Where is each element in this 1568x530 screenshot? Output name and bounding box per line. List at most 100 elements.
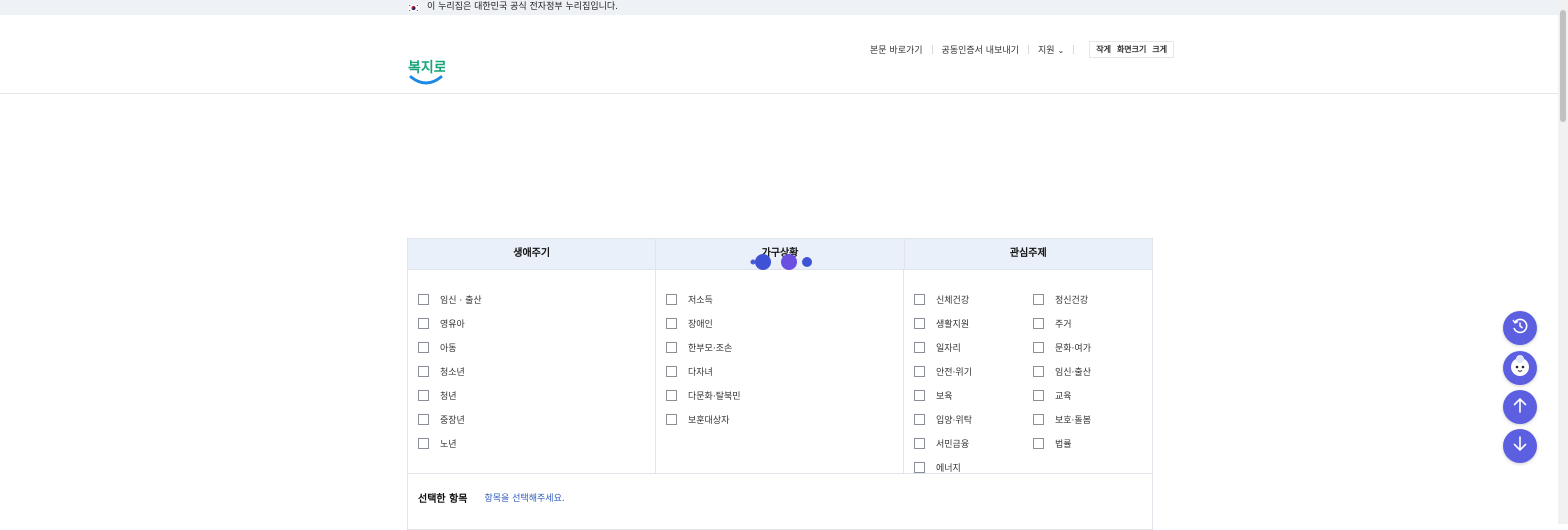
checkbox-label: 임신 · 출산 — [440, 295, 482, 306]
scrollbar-thumb[interactable] — [1560, 10, 1566, 122]
checkbox-item[interactable]: 저소득 — [666, 287, 903, 311]
gov-banner: 이 누리집은 대한민국 공식 전자정부 누리집입니다. — [0, 0, 1558, 15]
checkbox[interactable] — [418, 293, 429, 305]
interest-subcolumn-left: 신체건강 생활지원 일자리 안전·위기 보육 입양·위탁 서민금융 에너지 — [914, 287, 1033, 474]
checkbox[interactable] — [1033, 293, 1044, 305]
checkbox[interactable] — [914, 293, 925, 305]
recent-history-button[interactable] — [1503, 311, 1537, 345]
checkbox[interactable] — [1033, 317, 1044, 329]
checkbox[interactable] — [418, 341, 429, 353]
selected-items-label: 선택한 항목 — [418, 494, 468, 505]
checkbox[interactable] — [914, 437, 925, 449]
checkbox-label: 보호·돌봄 — [1055, 415, 1091, 426]
checkbox[interactable] — [914, 413, 925, 425]
checkbox-label: 영유아 — [440, 319, 465, 330]
checkbox[interactable] — [418, 389, 429, 401]
column-header-interest: 관심주제 — [1009, 248, 1047, 259]
household-column: 저소득 장애인 한부모·조손 다자녀 다문화·탈북민 보훈대상자 — [656, 270, 904, 473]
checkbox[interactable] — [666, 389, 677, 401]
checkbox-label: 보육 — [936, 391, 953, 402]
chevron-down-icon: ⌄ — [1057, 46, 1065, 55]
region-dropdown[interactable]: 지원 ⌄ — [1038, 43, 1064, 56]
checkbox-label: 신체건강 — [936, 295, 970, 306]
checkbox[interactable] — [666, 413, 677, 425]
checkbox[interactable] — [914, 317, 925, 329]
chatbot-button[interactable] — [1503, 351, 1537, 385]
korea-flag-icon — [408, 3, 419, 12]
checkbox-item[interactable]: 신체건강 — [914, 287, 1033, 311]
export-certificate-link[interactable]: 공동인증서 내보내기 — [942, 43, 1019, 56]
checkbox[interactable] — [1033, 341, 1044, 353]
checkbox-item[interactable]: 임신 · 출산 — [418, 287, 655, 311]
checkbox[interactable] — [418, 413, 429, 425]
scroll-top-button[interactable] — [1503, 390, 1537, 424]
checkbox[interactable] — [1033, 365, 1044, 377]
checkbox-item[interactable]: 보호·돌봄 — [1033, 407, 1152, 431]
checkbox-item[interactable]: 다자녀 — [666, 359, 903, 383]
checkbox-label: 저소득 — [688, 295, 713, 306]
checkbox-label: 노년 — [440, 439, 457, 450]
checkbox[interactable] — [666, 293, 677, 305]
checkbox-item[interactable]: 보훈대상자 — [666, 407, 903, 431]
checkbox-item[interactable]: 생활지원 — [914, 311, 1033, 335]
checkbox[interactable] — [914, 341, 925, 353]
divider — [931, 45, 933, 54]
checkbox-label: 다자녀 — [688, 367, 713, 378]
page-scrollbar[interactable] — [1558, 0, 1568, 524]
loading-spinner-icon — [750, 254, 814, 270]
checkbox-item[interactable]: 다문화·탈북민 — [666, 383, 903, 407]
checkbox[interactable] — [418, 365, 429, 377]
checkbox-label: 안전·위기 — [936, 367, 972, 378]
life-cycle-column: 임신 · 출산 영유아 아동 청소년 청년 중장년 노년 — [408, 270, 656, 473]
column-header-life-cycle: 생애주기 — [408, 239, 657, 269]
checkbox[interactable] — [914, 389, 925, 401]
checkbox[interactable] — [666, 365, 677, 377]
checkbox-item[interactable]: 문화·여가 — [1033, 335, 1152, 359]
checkbox[interactable] — [914, 365, 925, 377]
checkbox-label: 교육 — [1055, 391, 1072, 402]
checkbox[interactable] — [1033, 437, 1044, 449]
checkbox[interactable] — [1033, 389, 1044, 401]
checkbox[interactable] — [418, 437, 429, 449]
checkbox-item[interactable]: 한부모·조손 — [666, 335, 903, 359]
checkbox-item[interactable]: 서민금융 — [914, 431, 1033, 455]
checkbox-item[interactable]: 청년 — [418, 383, 655, 407]
checkbox[interactable] — [1033, 413, 1044, 425]
checkbox-label: 문화·여가 — [1055, 343, 1091, 354]
checkbox-item[interactable]: 안전·위기 — [914, 359, 1033, 383]
checkbox-item[interactable]: 중장년 — [418, 407, 655, 431]
checkbox-item[interactable]: 법률 — [1033, 431, 1152, 455]
bokjiro-logo[interactable]: 복지로 — [407, 45, 447, 91]
checkbox[interactable] — [418, 317, 429, 329]
checkbox-item[interactable]: 임신·출산 — [1033, 359, 1152, 383]
checkbox-item[interactable]: 청소년 — [418, 359, 655, 383]
skip-to-content-link[interactable]: 본문 바로가기 — [870, 43, 923, 56]
history-icon — [1511, 317, 1529, 339]
checkbox[interactable] — [914, 461, 925, 473]
checkbox-label: 정신건강 — [1055, 295, 1089, 306]
arrow-down-icon — [1512, 435, 1528, 457]
checkbox[interactable] — [666, 317, 677, 329]
checkbox-item[interactable]: 주거 — [1033, 311, 1152, 335]
checkbox-item[interactable]: 노년 — [418, 431, 655, 455]
checkbox-item[interactable]: 에너지 — [914, 455, 1033, 479]
checkbox-item[interactable]: 아동 — [418, 335, 655, 359]
checkbox-item[interactable]: 영유아 — [418, 311, 655, 335]
checkbox-item[interactable]: 장애인 — [666, 311, 903, 335]
scroll-bottom-button[interactable] — [1503, 429, 1537, 463]
checkbox[interactable] — [666, 341, 677, 353]
checkbox-item[interactable]: 일자리 — [914, 335, 1033, 359]
checkbox-item[interactable]: 교육 — [1033, 383, 1152, 407]
checkbox-label: 장애인 — [688, 319, 713, 330]
size-large-button[interactable]: 크게 — [1152, 44, 1167, 55]
checkbox-item[interactable]: 입양·위탁 — [914, 407, 1033, 431]
interest-subcolumn-right: 정신건강 주거 문화·여가 임신·출산 교육 보호·돌봄 법률 — [1033, 287, 1152, 473]
size-small-button[interactable]: 작게 — [1096, 44, 1111, 55]
checkbox-label: 임신·출산 — [1055, 367, 1091, 378]
checkbox-item[interactable]: 보육 — [914, 383, 1033, 407]
checkbox-item[interactable]: 정신건강 — [1033, 287, 1152, 311]
divider — [1073, 45, 1075, 54]
font-size-control: 작게 화면크기 크게 — [1089, 41, 1175, 58]
checkbox-label: 다문화·탈북민 — [688, 391, 741, 402]
selected-items-hint: 항목을 선택해주세요. — [484, 494, 565, 504]
